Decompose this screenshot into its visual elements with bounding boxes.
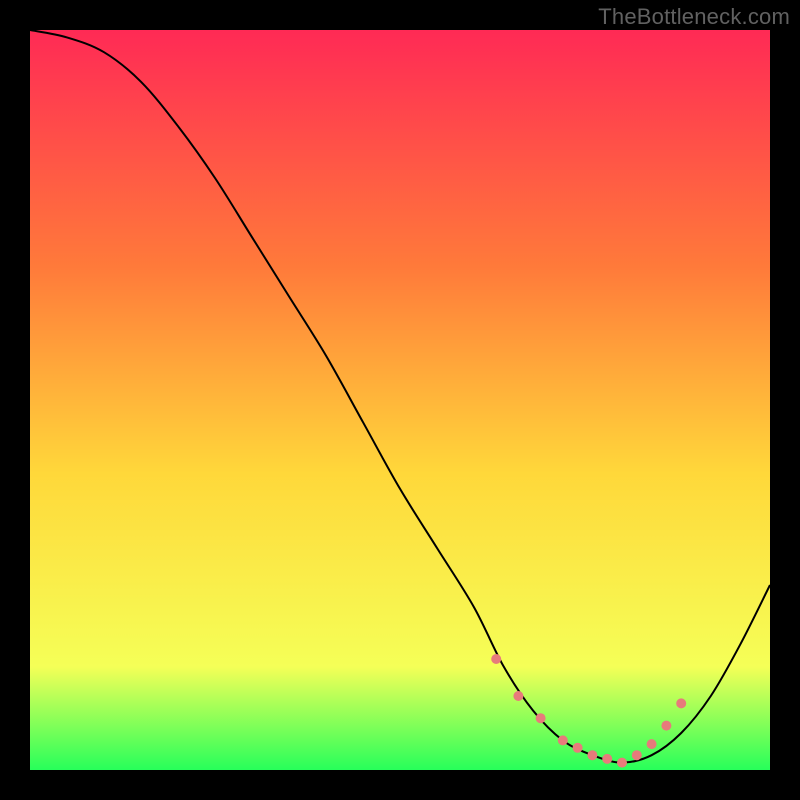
gradient-background	[30, 30, 770, 770]
bottleneck-chart	[30, 30, 770, 770]
marker-dot	[602, 754, 612, 764]
marker-dot	[647, 739, 657, 749]
marker-dot	[632, 750, 642, 760]
marker-dot	[573, 743, 583, 753]
marker-dot	[513, 691, 523, 701]
marker-dot	[587, 750, 597, 760]
marker-dot	[661, 721, 671, 731]
attribution-text: TheBottleneck.com	[598, 4, 790, 30]
marker-dot	[617, 758, 627, 768]
marker-dot	[536, 713, 546, 723]
marker-dot	[558, 735, 568, 745]
marker-dot	[676, 698, 686, 708]
plot-area	[30, 30, 770, 770]
chart-frame: TheBottleneck.com	[0, 0, 800, 800]
marker-dot	[491, 654, 501, 664]
